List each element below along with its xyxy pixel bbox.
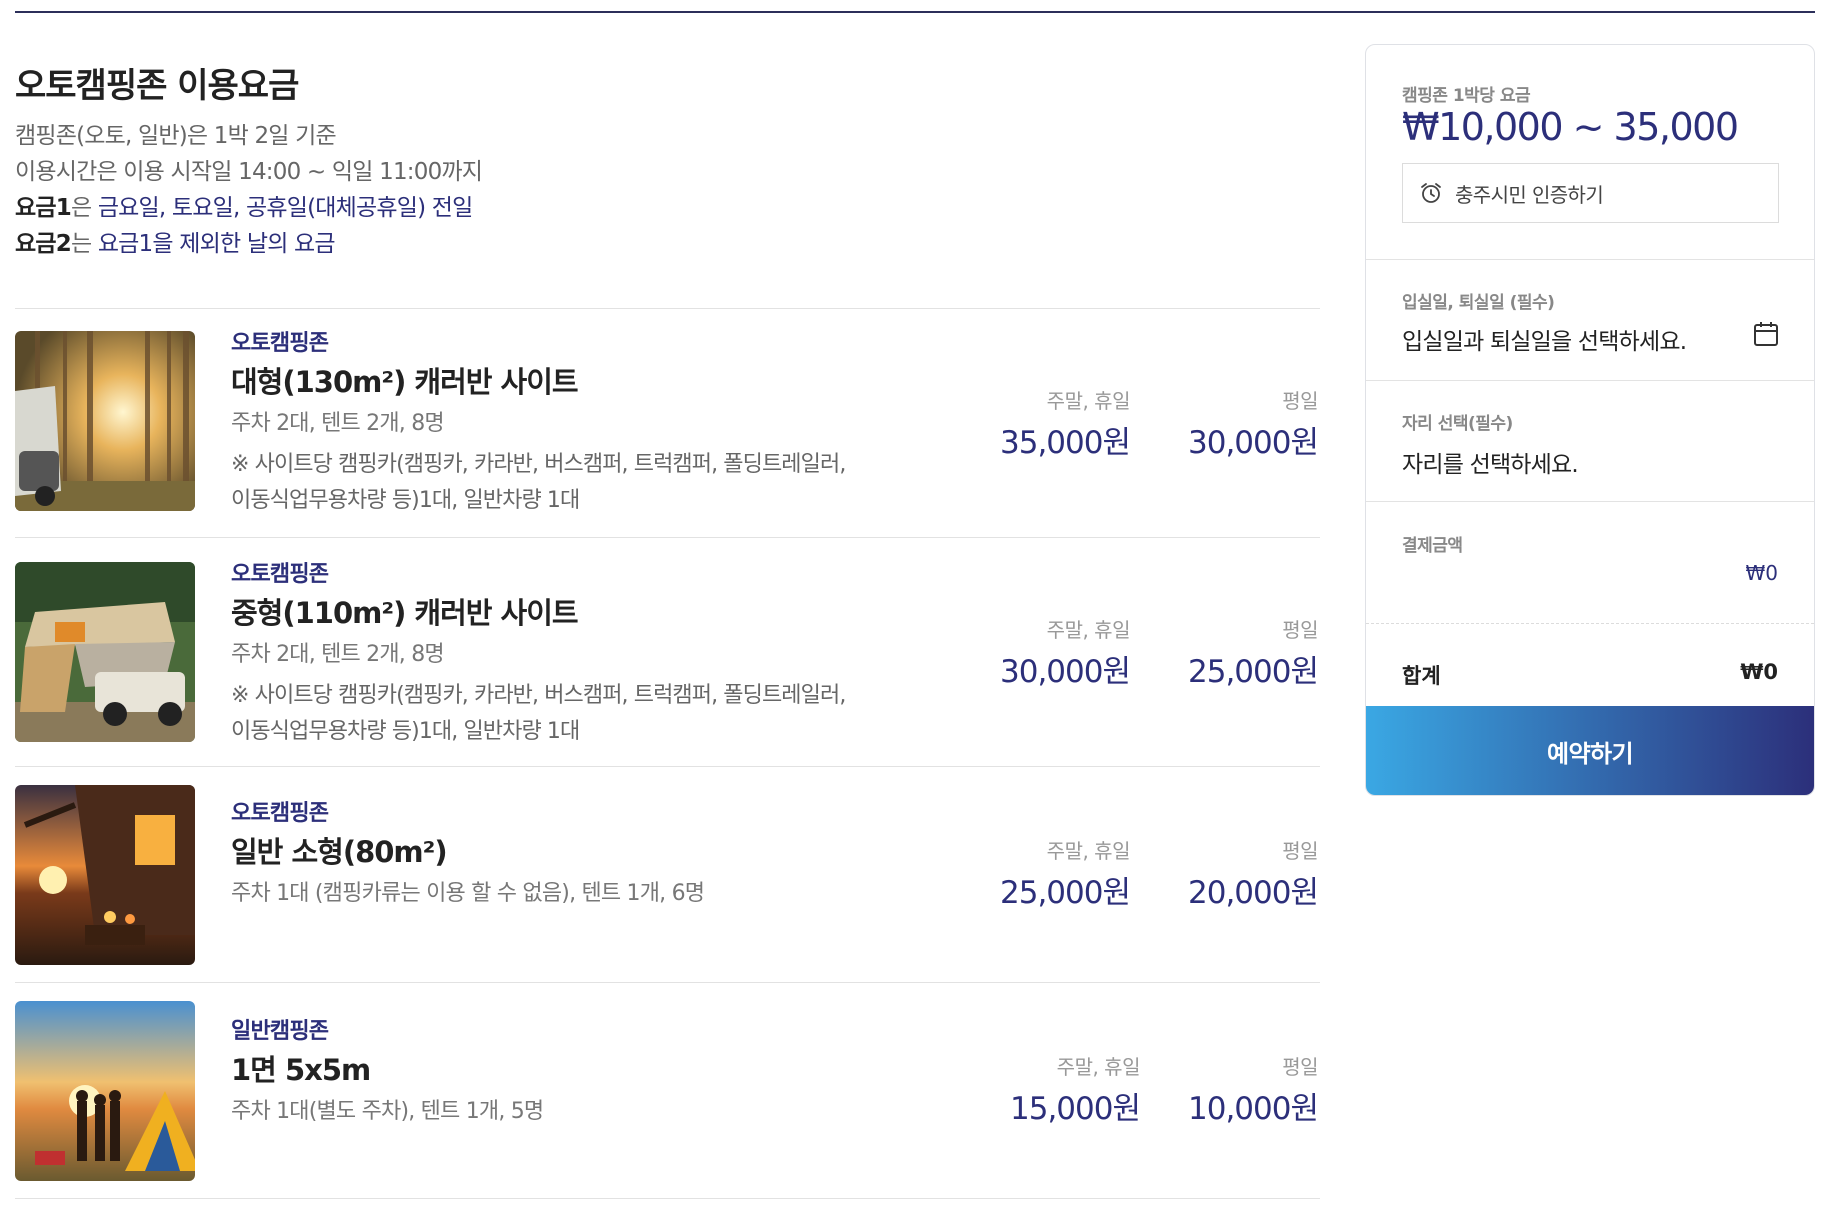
site-name: 일반 소형(80m²) xyxy=(231,835,448,869)
site-info: 오토캠핑존 중형(110m²) 캐러반 사이트 주차 2대, 텐트 2개, 8명… xyxy=(231,560,911,750)
weekday-price-value: 30,000원 xyxy=(1188,425,1319,461)
site-note-line: ※ 사이트당 캠핑카(캠핑카, 카라반, 버스캠퍼, 트럭캠퍼, 폴딩트레일러, xyxy=(231,683,846,708)
weekend-price-value: 30,000원 xyxy=(1000,654,1131,690)
rate-label: 캠핑존 1박당 요금 xyxy=(1402,86,1531,106)
site-row-large-caravan[interactable]: 오토캠핑존 대형(130m²) 캐러반 사이트 주차 2대, 텐트 2개, 8명… xyxy=(15,309,1320,538)
site-select-value[interactable]: 자리를 선택하세요. xyxy=(1402,445,1579,479)
rate-section: 캠핑존 1박당 요금 ₩10,000 ~ 35,000 충주시민 인증하기 xyxy=(1366,45,1814,260)
site-name: 대형(130m²) 캐러반 사이트 xyxy=(231,365,579,399)
citizen-cert-button[interactable]: 충주시민 인증하기 xyxy=(1402,163,1779,223)
dates-value[interactable]: 입실일과 퇴실일을 선택하세요. xyxy=(1402,322,1687,356)
weekend-price-value: 15,000원 xyxy=(1010,1091,1141,1127)
intro-line-rate2: 요금2는 요금1을 제외한 날의 요금 xyxy=(15,226,715,262)
payment-amount: ₩0 xyxy=(1745,561,1779,585)
weekend-price: 주말, 휴일 15,000원 xyxy=(1010,1053,1141,1131)
weekend-label: 주말, 휴일 xyxy=(1046,389,1131,413)
site-row-medium-caravan[interactable]: 오토캠핑존 중형(110m²) 캐러반 사이트 주차 2대, 텐트 2개, 8명… xyxy=(15,538,1320,767)
site-list: 오토캠핑존 대형(130m²) 캐러반 사이트 주차 2대, 텐트 2개, 8명… xyxy=(15,308,1320,1199)
site-row-general[interactable]: 일반캠핑존 1면 5x5m 주차 1대(별도 주차), 텐트 1개, 5명 주말… xyxy=(15,983,1320,1199)
site-note: ※ 사이트당 캠핑카(캠핑카, 카라반, 버스캠퍼, 트럭캠퍼, 폴딩트레일러,… xyxy=(231,447,911,519)
weekday-price-value: 20,000원 xyxy=(1188,875,1319,911)
weekday-price: 평일 20,000원 xyxy=(1188,837,1319,915)
total-amount: ₩0 xyxy=(1740,660,1778,684)
weekend-price: 주말, 휴일 25,000원 xyxy=(1000,837,1131,915)
caravan-in-forest-photo xyxy=(15,331,195,511)
site-note-line: ※ 사이트당 캠핑카(캠핑카, 카라반, 버스캠퍼, 트럭캠퍼, 폴딩트레일러, xyxy=(231,452,846,477)
site-info: 오토캠핑존 일반 소형(80m²) 주차 1대 (캠핑카류는 이용 할 수 없음… xyxy=(231,799,911,911)
site-note: ※ 사이트당 캠핑카(캠핑카, 카라반, 버스캠퍼, 트럭캠퍼, 폴딩트레일러,… xyxy=(231,678,911,750)
site-capacity: 주차 1대 (캠핑카류는 이용 할 수 없음), 텐트 1개, 6명 xyxy=(231,881,705,906)
weekday-label: 평일 xyxy=(1282,839,1318,863)
weekend-price: 주말, 휴일 30,000원 xyxy=(1000,616,1131,694)
site-category: 오토캠핑존 xyxy=(231,562,329,587)
page-title: 오토캠핑존 이용요금 xyxy=(15,66,299,106)
site-capacity: 주차 2대, 텐트 2개, 8명 xyxy=(231,411,445,436)
weekday-price-value: 25,000원 xyxy=(1188,654,1319,690)
weekday-price-value: 10,000원 xyxy=(1188,1091,1319,1127)
site-capacity: 주차 1대(별도 주차), 텐트 1개, 5명 xyxy=(231,1099,544,1124)
site-note-line: 이동식업무용차량 등)1대, 일반차량 1대 xyxy=(231,488,580,513)
booking-card: 캠핑존 1박당 요금 ₩10,000 ~ 35,000 충주시민 인증하기 입실… xyxy=(1365,44,1815,796)
weekend-price-value: 25,000원 xyxy=(1000,875,1131,911)
weekday-label: 평일 xyxy=(1282,389,1318,413)
site-name: 중형(110m²) 캐러반 사이트 xyxy=(231,596,579,630)
site-info: 오토캠핑존 대형(130m²) 캐러반 사이트 주차 2대, 텐트 2개, 8명… xyxy=(231,329,911,519)
total-label: 합계 xyxy=(1402,664,1441,688)
weekend-price-value: 35,000원 xyxy=(1000,425,1131,461)
rate2-label: 요금2 xyxy=(15,231,72,257)
top-divider xyxy=(15,11,1815,13)
intro-line-rate1: 요금1은 금요일, 토요일, 공휴일(대체공휴일) 전일 xyxy=(15,190,715,226)
weekend-label: 주말, 휴일 xyxy=(1056,1055,1141,1079)
alarm-clock-icon xyxy=(1421,183,1441,203)
sunset-campsite-lanterns-photo xyxy=(15,785,195,965)
rate1-particle: 은 xyxy=(70,195,98,221)
weekend-label: 주말, 휴일 xyxy=(1046,839,1131,863)
payment-label: 결제금액 xyxy=(1402,536,1463,556)
intro-line-hours: 이용시간은 이용 시작일 14:00 ~ 익일 11:00까지 xyxy=(15,159,483,185)
friends-tent-sunset-photo xyxy=(15,1001,195,1181)
site-name: 1면 5x5m xyxy=(231,1053,371,1087)
reserve-button[interactable]: 예약하기 xyxy=(1366,706,1814,795)
weekday-price: 평일 30,000원 xyxy=(1188,387,1319,465)
rate1-desc: 금요일, 토요일, 공휴일(대체공휴일) 전일 xyxy=(97,195,473,221)
rate2-particle: 는 xyxy=(70,231,98,257)
site-category: 오토캠핑존 xyxy=(231,801,329,826)
pricing-intro: 캠핑존(오토, 일반)은 1박 2일 기준 이용시간은 이용 시작일 14:00… xyxy=(15,118,715,262)
citizen-cert-label: 충주시민 인증하기 xyxy=(1455,182,1604,207)
weekday-label: 평일 xyxy=(1282,618,1318,642)
site-capacity: 주차 2대, 텐트 2개, 8명 xyxy=(231,642,445,667)
dashed-divider xyxy=(1366,623,1814,624)
rate2-desc: 요금1을 제외한 날의 요금 xyxy=(97,231,336,257)
weekend-price: 주말, 휴일 35,000원 xyxy=(1000,387,1131,465)
dates-section[interactable]: 입실일, 퇴실일 (필수) 입실일과 퇴실일을 선택하세요. xyxy=(1366,260,1814,381)
site-category: 일반캠핑존 xyxy=(231,1019,329,1044)
site-select-label: 자리 선택(필수) xyxy=(1402,414,1513,434)
calendar-icon[interactable] xyxy=(1752,320,1780,348)
rate-range: ₩10,000 ~ 35,000 xyxy=(1402,105,1739,149)
site-category: 오토캠핑존 xyxy=(231,331,329,356)
rate1-label: 요금1 xyxy=(15,195,72,221)
weekday-price: 평일 25,000원 xyxy=(1188,616,1319,694)
site-select-section[interactable]: 자리 선택(필수) 자리를 선택하세요. xyxy=(1366,381,1814,502)
site-row-small[interactable]: 오토캠핑존 일반 소형(80m²) 주차 1대 (캠핑카류는 이용 할 수 없음… xyxy=(15,767,1320,983)
weekend-label: 주말, 휴일 xyxy=(1046,618,1131,642)
weekday-price: 평일 10,000원 xyxy=(1188,1053,1319,1131)
rooftop-tent-car-photo xyxy=(15,562,195,742)
site-info: 일반캠핑존 1면 5x5m 주차 1대(별도 주차), 텐트 1개, 5명 xyxy=(231,1017,911,1129)
site-note-line: 이동식업무용차량 등)1대, 일반차량 1대 xyxy=(231,719,580,744)
dates-label: 입실일, 퇴실일 (필수) xyxy=(1402,293,1555,313)
intro-line-basis: 캠핑존(오토, 일반)은 1박 2일 기준 xyxy=(15,123,337,149)
weekday-label: 평일 xyxy=(1282,1055,1318,1079)
